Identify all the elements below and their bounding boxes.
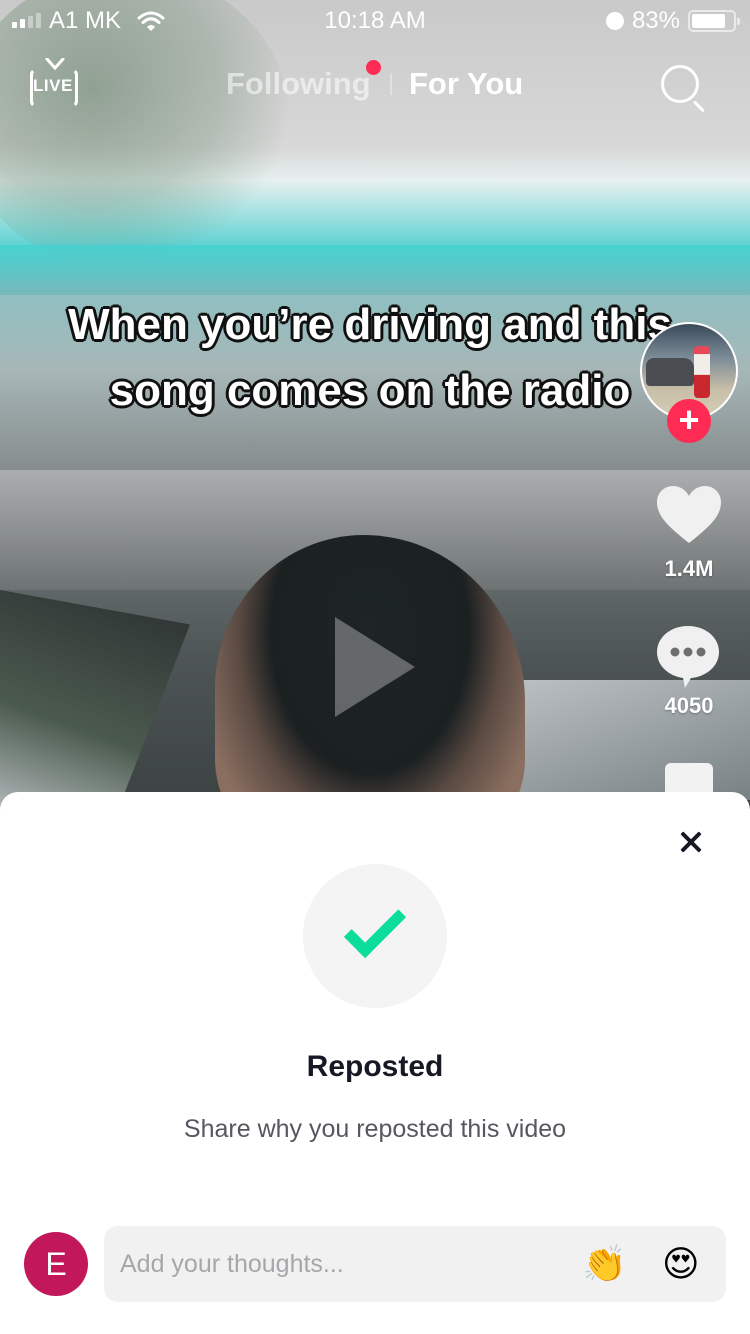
comment-bubble-icon[interactable]: [655, 624, 721, 690]
sheet-title: Reposted: [306, 1050, 444, 1083]
video-caption: When you’re driving and this song comes …: [68, 300, 672, 415]
user-avatar: E: [24, 1232, 88, 1296]
battery-icon: [688, 10, 740, 32]
status-bar: A1 MK 10:18 AM 83%: [0, 0, 750, 40]
tab-divider: [390, 73, 392, 95]
live-label: LIVE: [33, 76, 73, 95]
heart-eyes-emoji-button[interactable]: 😍: [662, 1242, 700, 1286]
video-background-tree: [0, 0, 290, 270]
avatar-image-car: [646, 358, 694, 386]
play-icon[interactable]: [335, 617, 415, 717]
heart-icon[interactable]: [656, 485, 722, 545]
tab-following[interactable]: Following: [226, 66, 371, 102]
video-background-band: [0, 245, 750, 295]
avatar-image-person: [694, 346, 710, 398]
search-icon: [661, 65, 699, 103]
live-button[interactable]: LIVE: [30, 58, 80, 110]
follow-button[interactable]: +: [667, 399, 711, 443]
check-icon: [343, 895, 407, 959]
thoughts-input[interactable]: [104, 1226, 726, 1302]
alarm-icon: [605, 12, 624, 30]
sheet-subtitle: Share why you reposted this video: [183, 1115, 567, 1143]
video-background-window-left: [0, 590, 190, 820]
comment-count: 4050: [664, 693, 714, 718]
tab-for-you[interactable]: For You: [409, 66, 523, 102]
search-button[interactable]: [658, 62, 708, 113]
search-icon-handle: [692, 100, 705, 113]
like-count: 1.4M: [664, 556, 714, 581]
following-notification-dot: [366, 60, 381, 75]
success-badge: [303, 864, 447, 1008]
clapping-hands-emoji-button[interactable]: 👏: [582, 1242, 627, 1286]
battery-percent: 83%: [631, 7, 680, 34]
close-button[interactable]: [672, 822, 712, 862]
repost-sheet: Reposted Share why you reposted this vid…: [0, 792, 750, 1334]
